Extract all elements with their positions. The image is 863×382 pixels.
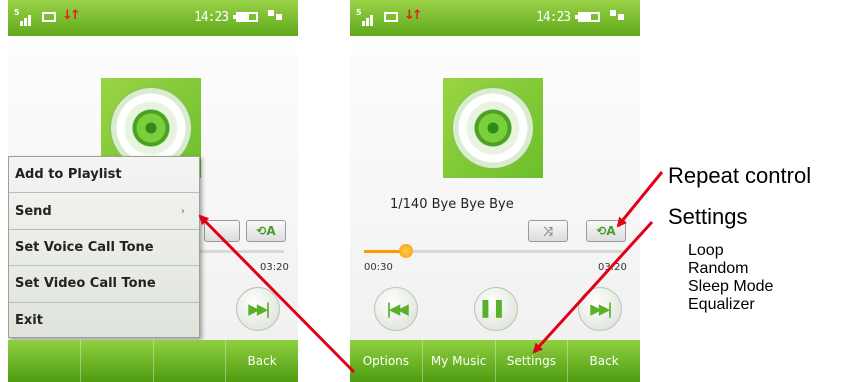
arrow-to-repeat-control [616, 171, 664, 228]
annotation-arrows [198, 171, 664, 374]
arrow-to-settings [532, 220, 654, 354]
annotation-settings-list: Loop Random Sleep Mode Equalizer [688, 242, 773, 314]
annotation-repeat-control: Repeat control [668, 163, 812, 188]
annotation-settings-item: Equalizer [688, 296, 755, 313]
annotation-settings-item: Random [688, 260, 749, 277]
annotation-settings-item: Loop [688, 242, 724, 259]
annotation-settings: Settings [668, 204, 748, 229]
annotation-settings-item: Sleep Mode [688, 278, 774, 295]
arrow-to-send [198, 214, 356, 374]
